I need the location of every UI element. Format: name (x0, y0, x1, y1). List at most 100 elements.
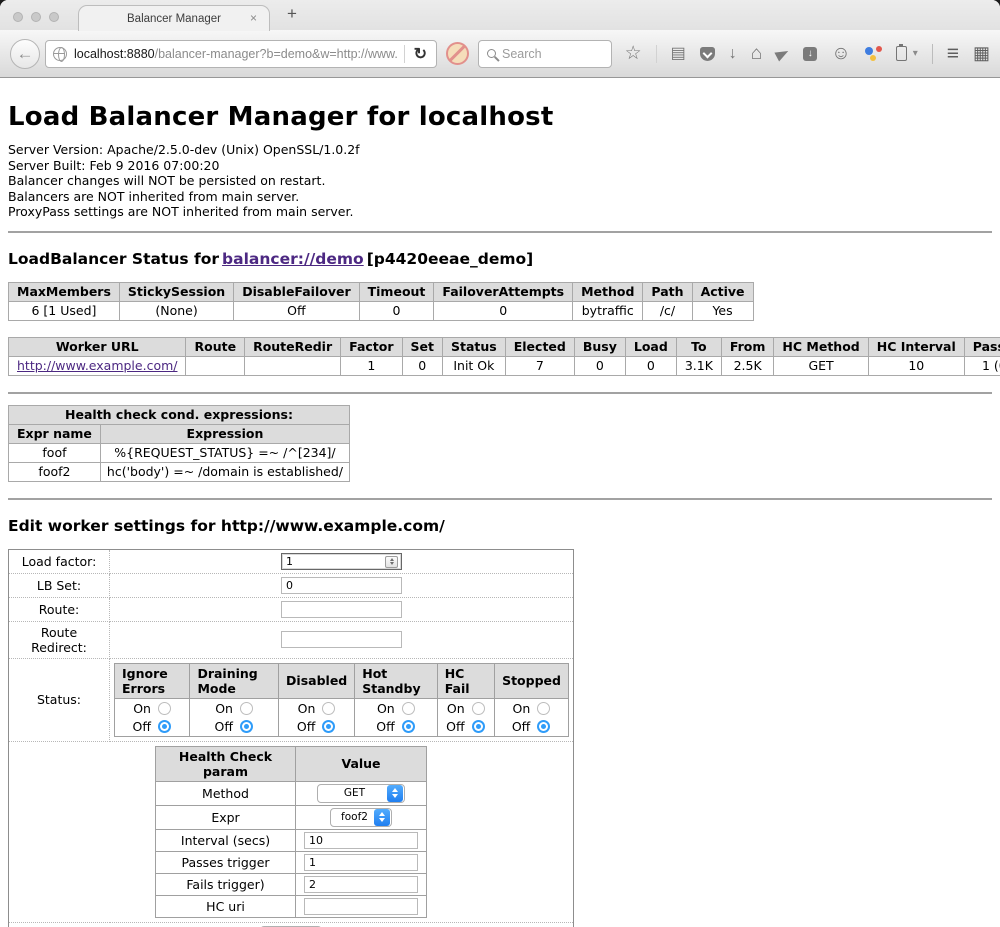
disabled-off-radio[interactable] (322, 720, 335, 733)
search-bar[interactable] (478, 40, 612, 68)
site-identity-globe-icon[interactable] (53, 47, 67, 61)
column-header: MaxMembers (9, 282, 120, 301)
hc-param-value (296, 829, 427, 851)
server-info-line: Balancer changes will NOT be persisted o… (8, 173, 992, 189)
form-row-route: Route: (9, 597, 574, 621)
stopped-off-radio[interactable] (537, 720, 550, 733)
column-header: From (721, 337, 774, 356)
health-check-expressions-table: Health check cond. expressions: Expr nam… (8, 405, 350, 482)
number-spinner-icon[interactable] (385, 556, 398, 568)
url-domain: localhost:8880 (74, 47, 155, 61)
field-label: LB Set: (9, 573, 110, 597)
radio-label: Off (133, 719, 151, 734)
hc-param-value: GET (296, 781, 427, 805)
reload-icon[interactable]: ↻ (412, 44, 429, 64)
server-info-line: Server Built: Feb 9 2016 07:00:20 (8, 158, 992, 174)
content-blocker-icon[interactable] (446, 42, 469, 65)
worker-url-link[interactable]: http://www.example.com/ (17, 358, 177, 373)
hot-standby-off-radio[interactable] (402, 720, 415, 733)
cell: 0 (625, 356, 676, 375)
expr-select[interactable]: foof2 (330, 808, 392, 827)
dropdown-caret-icon[interactable]: ▾ (913, 48, 918, 59)
status-col-ignore-errors: On Off (115, 698, 190, 736)
lb-set-input[interactable] (281, 577, 402, 594)
radio-label: On (297, 701, 315, 716)
send-tab-icon[interactable] (775, 46, 791, 61)
divider (8, 498, 992, 500)
cell: 2.5K (721, 356, 774, 375)
cell (186, 356, 245, 375)
status-cell: Ignore Errors Draining Mode Disabled Hot… (110, 658, 574, 741)
cell: 1 (0) (964, 356, 1000, 375)
pocket-icon[interactable] (700, 47, 715, 61)
interval-input[interactable] (304, 832, 418, 849)
radio-label: Off (446, 719, 464, 734)
health-check-cell: Health Check param Value Method GET (9, 741, 574, 922)
server-info-line: ProxyPass settings are NOT inherited fro… (8, 204, 992, 220)
bookmark-star-icon[interactable]: ☆ (625, 44, 642, 63)
radio-label: Off (512, 719, 530, 734)
hot-standby-on-radio[interactable] (402, 702, 415, 715)
load-factor-input[interactable] (281, 553, 402, 570)
hc-row-hc-uri: HC uri (156, 895, 427, 917)
disabled-on-radio[interactable] (322, 702, 335, 715)
firefox-hello-icon[interactable] (865, 46, 882, 61)
column-header: To (676, 337, 721, 356)
back-button[interactable]: ← (10, 39, 40, 69)
field-value-cell (110, 573, 574, 597)
radio-label: On (512, 701, 530, 716)
chat-icon[interactable]: ☺ (831, 44, 850, 63)
expr-name-cell: foof2 (9, 462, 101, 481)
menu-icon[interactable]: ≡ (947, 42, 959, 66)
extension-battery-icon[interactable] (896, 46, 907, 61)
minimize-button[interactable] (31, 12, 41, 22)
hc-row-interval: Interval (secs) (156, 829, 427, 851)
status-column-header: Hot Standby (355, 663, 437, 698)
divider (8, 392, 992, 394)
downloads-icon[interactable]: ↓ (729, 46, 737, 62)
field-value-cell (110, 549, 574, 573)
balancer-link[interactable]: balancer://demo (222, 250, 364, 268)
form-row-load-factor: Load factor: (9, 549, 574, 573)
column-header: Expr name (9, 424, 101, 443)
health-check-table: Health Check param Value Method GET (155, 746, 427, 918)
reading-list-icon[interactable]: ▤ (671, 46, 686, 62)
new-tab-button[interactable]: + (287, 4, 297, 24)
radio-label: Off (376, 719, 394, 734)
hc-fail-off-radio[interactable] (472, 720, 485, 733)
tab-close-icon[interactable]: × (250, 11, 257, 25)
tab-groups-icon[interactable]: ▦ (973, 43, 990, 64)
fails-trigger-input[interactable] (304, 876, 418, 893)
url-text[interactable]: localhost:8880/balancer-manager?b=demo&w… (74, 47, 397, 61)
hc-uri-input[interactable] (304, 898, 418, 915)
toolbar-buttons: ☆ ▤ ↓ ⌂ ↓ ☺ ▾ ≡ ▦ (625, 42, 990, 66)
toolbar-divider (656, 45, 657, 63)
home-icon[interactable]: ⌂ (751, 44, 762, 63)
balancer-status-heading: LoadBalancer Status forbalancer://demo[p… (8, 250, 992, 268)
ignore-errors-off-radio[interactable] (158, 720, 171, 733)
save-to-device-icon[interactable]: ↓ (803, 47, 817, 61)
zoom-button[interactable] (49, 12, 59, 22)
server-info-line: Balancers are NOT inherited from main se… (8, 189, 992, 205)
edit-worker-form: Load factor: LB Set: Route: (8, 549, 574, 927)
draining-mode-off-radio[interactable] (240, 720, 253, 733)
hc-fail-on-radio[interactable] (472, 702, 485, 715)
route-redirect-input[interactable] (281, 631, 402, 648)
ignore-errors-on-radio[interactable] (158, 702, 171, 715)
expression-cell: hc('body') =~ /domain is established/ (100, 462, 349, 481)
radio-label: On (133, 701, 151, 716)
route-input[interactable] (281, 601, 402, 618)
column-header: Timeout (359, 282, 434, 301)
close-button[interactable] (13, 12, 23, 22)
search-input[interactable] (502, 47, 603, 61)
draining-mode-on-radio[interactable] (240, 702, 253, 715)
tab-balancer-manager[interactable]: Balancer Manager × (78, 5, 270, 31)
passes-trigger-input[interactable] (304, 854, 418, 871)
select-arrows-icon (374, 809, 390, 826)
method-select[interactable]: GET (317, 784, 405, 803)
column-header: RouteRedir (245, 337, 341, 356)
stopped-on-radio[interactable] (537, 702, 550, 715)
cell: GET (774, 356, 868, 375)
select-arrows-icon (387, 785, 403, 802)
url-bar[interactable]: localhost:8880/balancer-manager?b=demo&w… (45, 40, 437, 68)
